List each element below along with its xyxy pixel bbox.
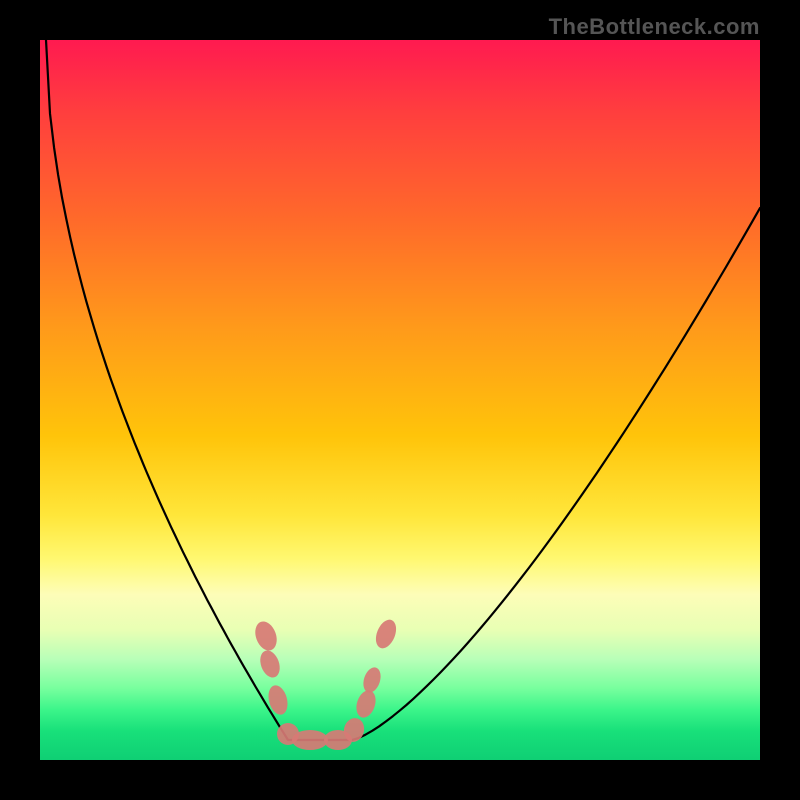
curve-marker — [251, 618, 280, 653]
curve-marker — [372, 617, 400, 652]
bottleneck-curve — [46, 40, 760, 740]
sample-markers — [251, 617, 399, 750]
watermark-text: TheBottleneck.com — [549, 14, 760, 40]
curve-marker — [265, 683, 290, 717]
chart-overlay — [40, 40, 760, 760]
curve-marker — [353, 688, 379, 720]
curve-marker — [360, 665, 383, 695]
curve-marker — [257, 648, 283, 680]
curve-marker — [292, 730, 328, 750]
